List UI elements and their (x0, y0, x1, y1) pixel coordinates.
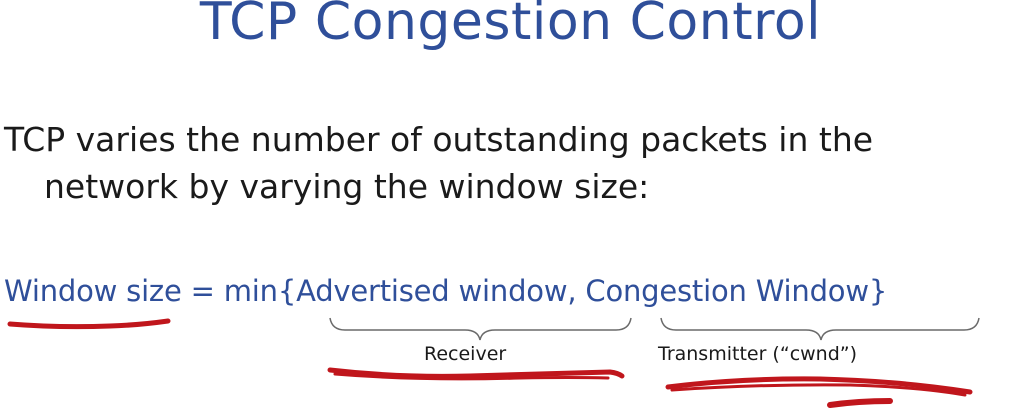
congestion-window-brace (660, 317, 980, 341)
cwnd-underline (827, 398, 893, 408)
transmitter-label: Transmitter (“cwnd”) (658, 343, 858, 365)
receiver-underline (327, 367, 625, 379)
annotation-layer (7, 317, 980, 408)
transmitter-underline (665, 376, 973, 395)
window-size-formula: Window size = min{Advertised window, Con… (4, 274, 888, 308)
body-text-line-1: TCP varies the number of outstanding pac… (4, 120, 874, 159)
transmitter-underline-stroke-2 (670, 383, 967, 397)
window-size-underline (7, 318, 171, 330)
advertised-window-brace (329, 317, 632, 341)
body-text-line-2: network by varying the window size: (44, 167, 650, 206)
receiver-underline-stroke-2 (333, 372, 610, 381)
receiver-label: Receiver (424, 343, 507, 365)
slide-title: TCP Congestion Control (199, 0, 822, 52)
slide: TCP Congestion Control TCP varies the nu… (0, 0, 1021, 416)
